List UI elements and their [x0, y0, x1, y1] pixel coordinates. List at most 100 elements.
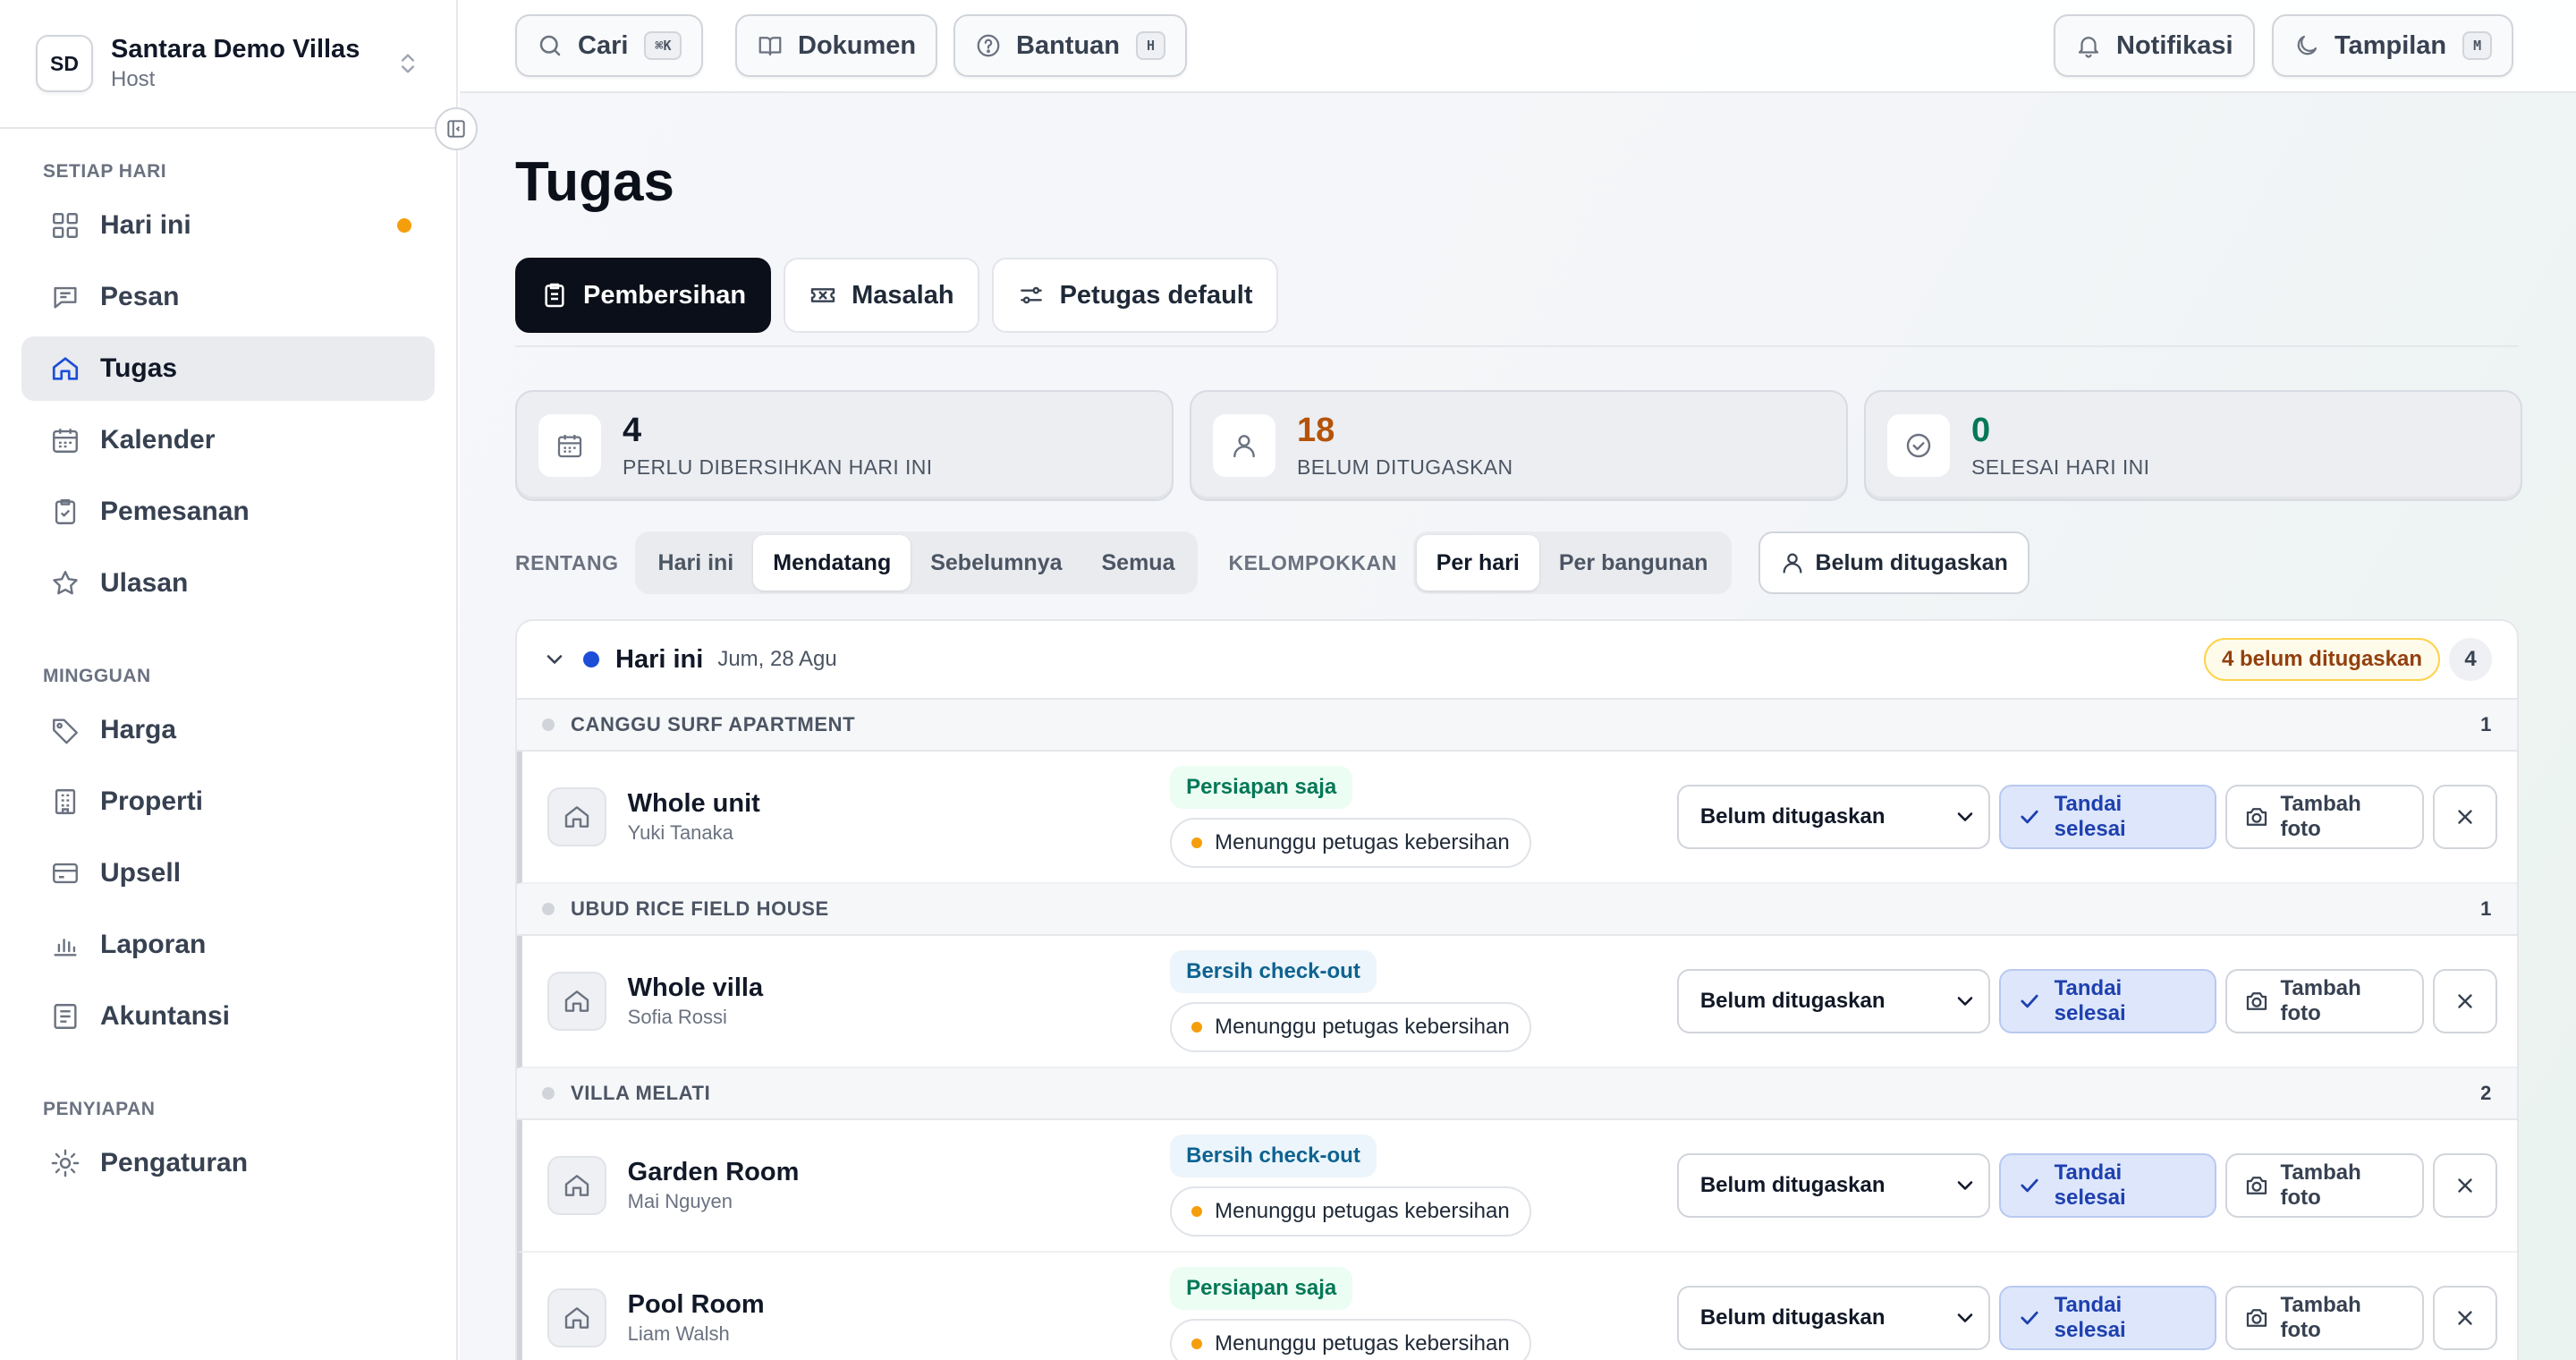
mark-done-button[interactable]: Tandai selesai — [1998, 1153, 2216, 1218]
dismiss-task-button[interactable] — [2433, 969, 2497, 1033]
today-dot — [583, 651, 599, 667]
sidebar-item-messages[interactable]: Pesan — [21, 265, 435, 329]
day-task-count: 4 — [2449, 638, 2492, 681]
task-type-badge: Persiapan saja — [1170, 766, 1353, 809]
property-name: UBUD RICE FIELD HOUSE — [571, 897, 829, 920]
workspace-name: Santara Demo Villas — [111, 35, 360, 64]
sidebar-item-label: Hari ini — [100, 210, 191, 240]
add-photo-button[interactable]: Tambah foto — [2224, 969, 2425, 1033]
mark-done-label: Tandai selesai — [2054, 1160, 2126, 1210]
range-option-previous[interactable]: Sebelumnya — [911, 535, 1081, 591]
assignee-select[interactable]: Belum ditugaskan — [1676, 785, 1990, 849]
sidebar-item-upsell[interactable]: Upsell — [21, 841, 435, 905]
collapse-sidebar-button[interactable] — [435, 107, 478, 150]
stats-row: 4 PERLU DIBERSIHKAN HARI INI 18 BELUM DI… — [515, 390, 2522, 501]
property-name: CANGGU SURF APARTMENT — [571, 713, 856, 735]
sidebar-item-settings[interactable]: Pengaturan — [21, 1131, 435, 1195]
sidebar-item-label: Upsell — [100, 858, 182, 888]
add-photo-button[interactable]: Tambah foto — [2224, 1153, 2425, 1218]
range-option-upcoming[interactable]: Mendatang — [753, 535, 911, 591]
add-photo-button[interactable]: Tambah foto — [2224, 1286, 2425, 1350]
help-button[interactable]: Bantuan H — [953, 14, 1188, 77]
sidebar-item-tasks[interactable]: Tugas — [21, 336, 435, 401]
nav-heading: MINGGUAN — [43, 666, 151, 686]
assignee-select[interactable]: Belum ditugaskan — [1676, 969, 1990, 1033]
property-dot — [542, 903, 555, 915]
dismiss-task-button[interactable] — [2433, 1286, 2497, 1350]
day-title: Hari ini — [615, 644, 704, 674]
check-icon — [2017, 804, 2042, 829]
sidebar-item-label: Pesan — [100, 282, 180, 311]
sidebar-item-reviews[interactable]: Ulasan — [21, 551, 435, 616]
workspace-avatar: SD — [36, 35, 93, 92]
task-guest: Yuki Tanaka — [627, 821, 733, 844]
add-photo-button[interactable]: Tambah foto — [2224, 785, 2425, 849]
stat-value: 4 — [623, 412, 642, 449]
stat-value: 18 — [1297, 412, 1335, 449]
assignee-select[interactable]: Belum ditugaskan — [1676, 1286, 1990, 1350]
status-dot — [1191, 1206, 1203, 1217]
mark-done-button[interactable]: Tandai selesai — [1998, 1286, 2216, 1350]
range-option-today[interactable]: Hari ini — [639, 535, 754, 591]
home-icon — [547, 1288, 606, 1347]
dismiss-task-button[interactable] — [2433, 1153, 2497, 1218]
nav-section-weekly: MINGGUAN Harga Properti Upsell Laporan A… — [0, 659, 456, 1049]
camera-icon — [2243, 1305, 2270, 1331]
chevron-updown-icon — [395, 51, 420, 76]
chevron-down-icon — [1953, 1305, 1978, 1330]
assignee-select[interactable]: Belum ditugaskan — [1676, 1153, 1990, 1218]
tab-issues[interactable]: Masalah — [784, 258, 979, 333]
search-button[interactable]: Cari ⌘K — [515, 14, 704, 77]
nav-section-daily: SETIAP HARI Hari ini Pesan Tugas Kalende… — [0, 154, 456, 616]
range-label: RENTANG — [515, 550, 619, 574]
property-task-count: 1 — [2480, 713, 2492, 735]
sidebar-item-label: Pemesanan — [100, 497, 250, 526]
mark-done-button[interactable]: Tandai selesai — [1998, 969, 2216, 1033]
search-shortcut: ⌘K — [644, 31, 682, 60]
calendar-icon — [50, 425, 80, 455]
chevron-down-icon[interactable] — [542, 647, 567, 672]
tab-label: Pembersihan — [583, 280, 747, 310]
sidebar-item-label: Laporan — [100, 930, 207, 959]
sidebar-item-accounting[interactable]: Akuntansi — [21, 984, 435, 1049]
star-icon — [50, 568, 80, 599]
user-icon — [1213, 414, 1275, 477]
property-header: VILLA MELATI 2 — [517, 1068, 2517, 1120]
stat-card-done: 0 SELESAI HARI INI — [1864, 390, 2522, 501]
dismiss-task-button[interactable] — [2433, 785, 2497, 849]
notifications-button[interactable]: Notifikasi — [2054, 14, 2255, 77]
range-option-all[interactable]: Semua — [1082, 535, 1195, 591]
docs-button[interactable]: Dokumen — [735, 14, 938, 77]
tag-icon — [50, 715, 80, 745]
sidebar-item-properties[interactable]: Properti — [21, 769, 435, 834]
sidebar-item-calendar[interactable]: Kalender — [21, 408, 435, 472]
workspace-switcher[interactable]: SD Santara Demo Villas Host — [0, 0, 456, 129]
unassigned-filter-button[interactable]: Belum ditugaskan — [1758, 531, 2029, 594]
mark-done-label: Tandai selesai — [2054, 792, 2126, 841]
tab-cleaning[interactable]: Pembersihan — [515, 258, 772, 333]
property-header: UBUD RICE FIELD HOUSE 1 — [517, 884, 2517, 936]
status-dot — [1191, 837, 1203, 848]
sidebar-item-reports[interactable]: Laporan — [21, 913, 435, 977]
sidebar-item-today[interactable]: Hari ini — [21, 193, 435, 258]
day-group-header[interactable]: Hari ini Jum, 28 Agu 4 belum ditugaskan … — [517, 621, 2517, 700]
task-status: Menunggu petugas kebersihan — [1215, 1199, 1510, 1223]
sidebar-item-bookings[interactable]: Pemesanan — [21, 480, 435, 544]
task-row: Garden Room Mai Nguyen Bersih check-out … — [517, 1120, 2517, 1253]
task-guest: Liam Walsh — [627, 1322, 730, 1345]
camera-icon — [2243, 803, 2270, 830]
sidebar-item-label: Ulasan — [100, 568, 189, 598]
card-icon — [50, 858, 80, 888]
tab-default-staff[interactable]: Petugas default — [991, 258, 1278, 333]
mark-done-button[interactable]: Tandai selesai — [1998, 785, 2216, 849]
sidebar-item-pricing[interactable]: Harga — [21, 698, 435, 762]
moon-icon — [2293, 32, 2320, 59]
task-row: Whole villa Sofia Rossi Bersih check-out… — [517, 936, 2517, 1068]
group-option-by-day[interactable]: Per hari — [1416, 535, 1539, 591]
sidebar-item-label: Properti — [100, 786, 204, 816]
sliders-icon — [1017, 281, 1046, 310]
task-guest: Sofia Rossi — [627, 1006, 727, 1028]
theme-button[interactable]: Tampilan M — [2272, 14, 2514, 77]
group-option-by-building[interactable]: Per bangunan — [1539, 535, 1728, 591]
tab-label: Petugas default — [1059, 280, 1253, 310]
